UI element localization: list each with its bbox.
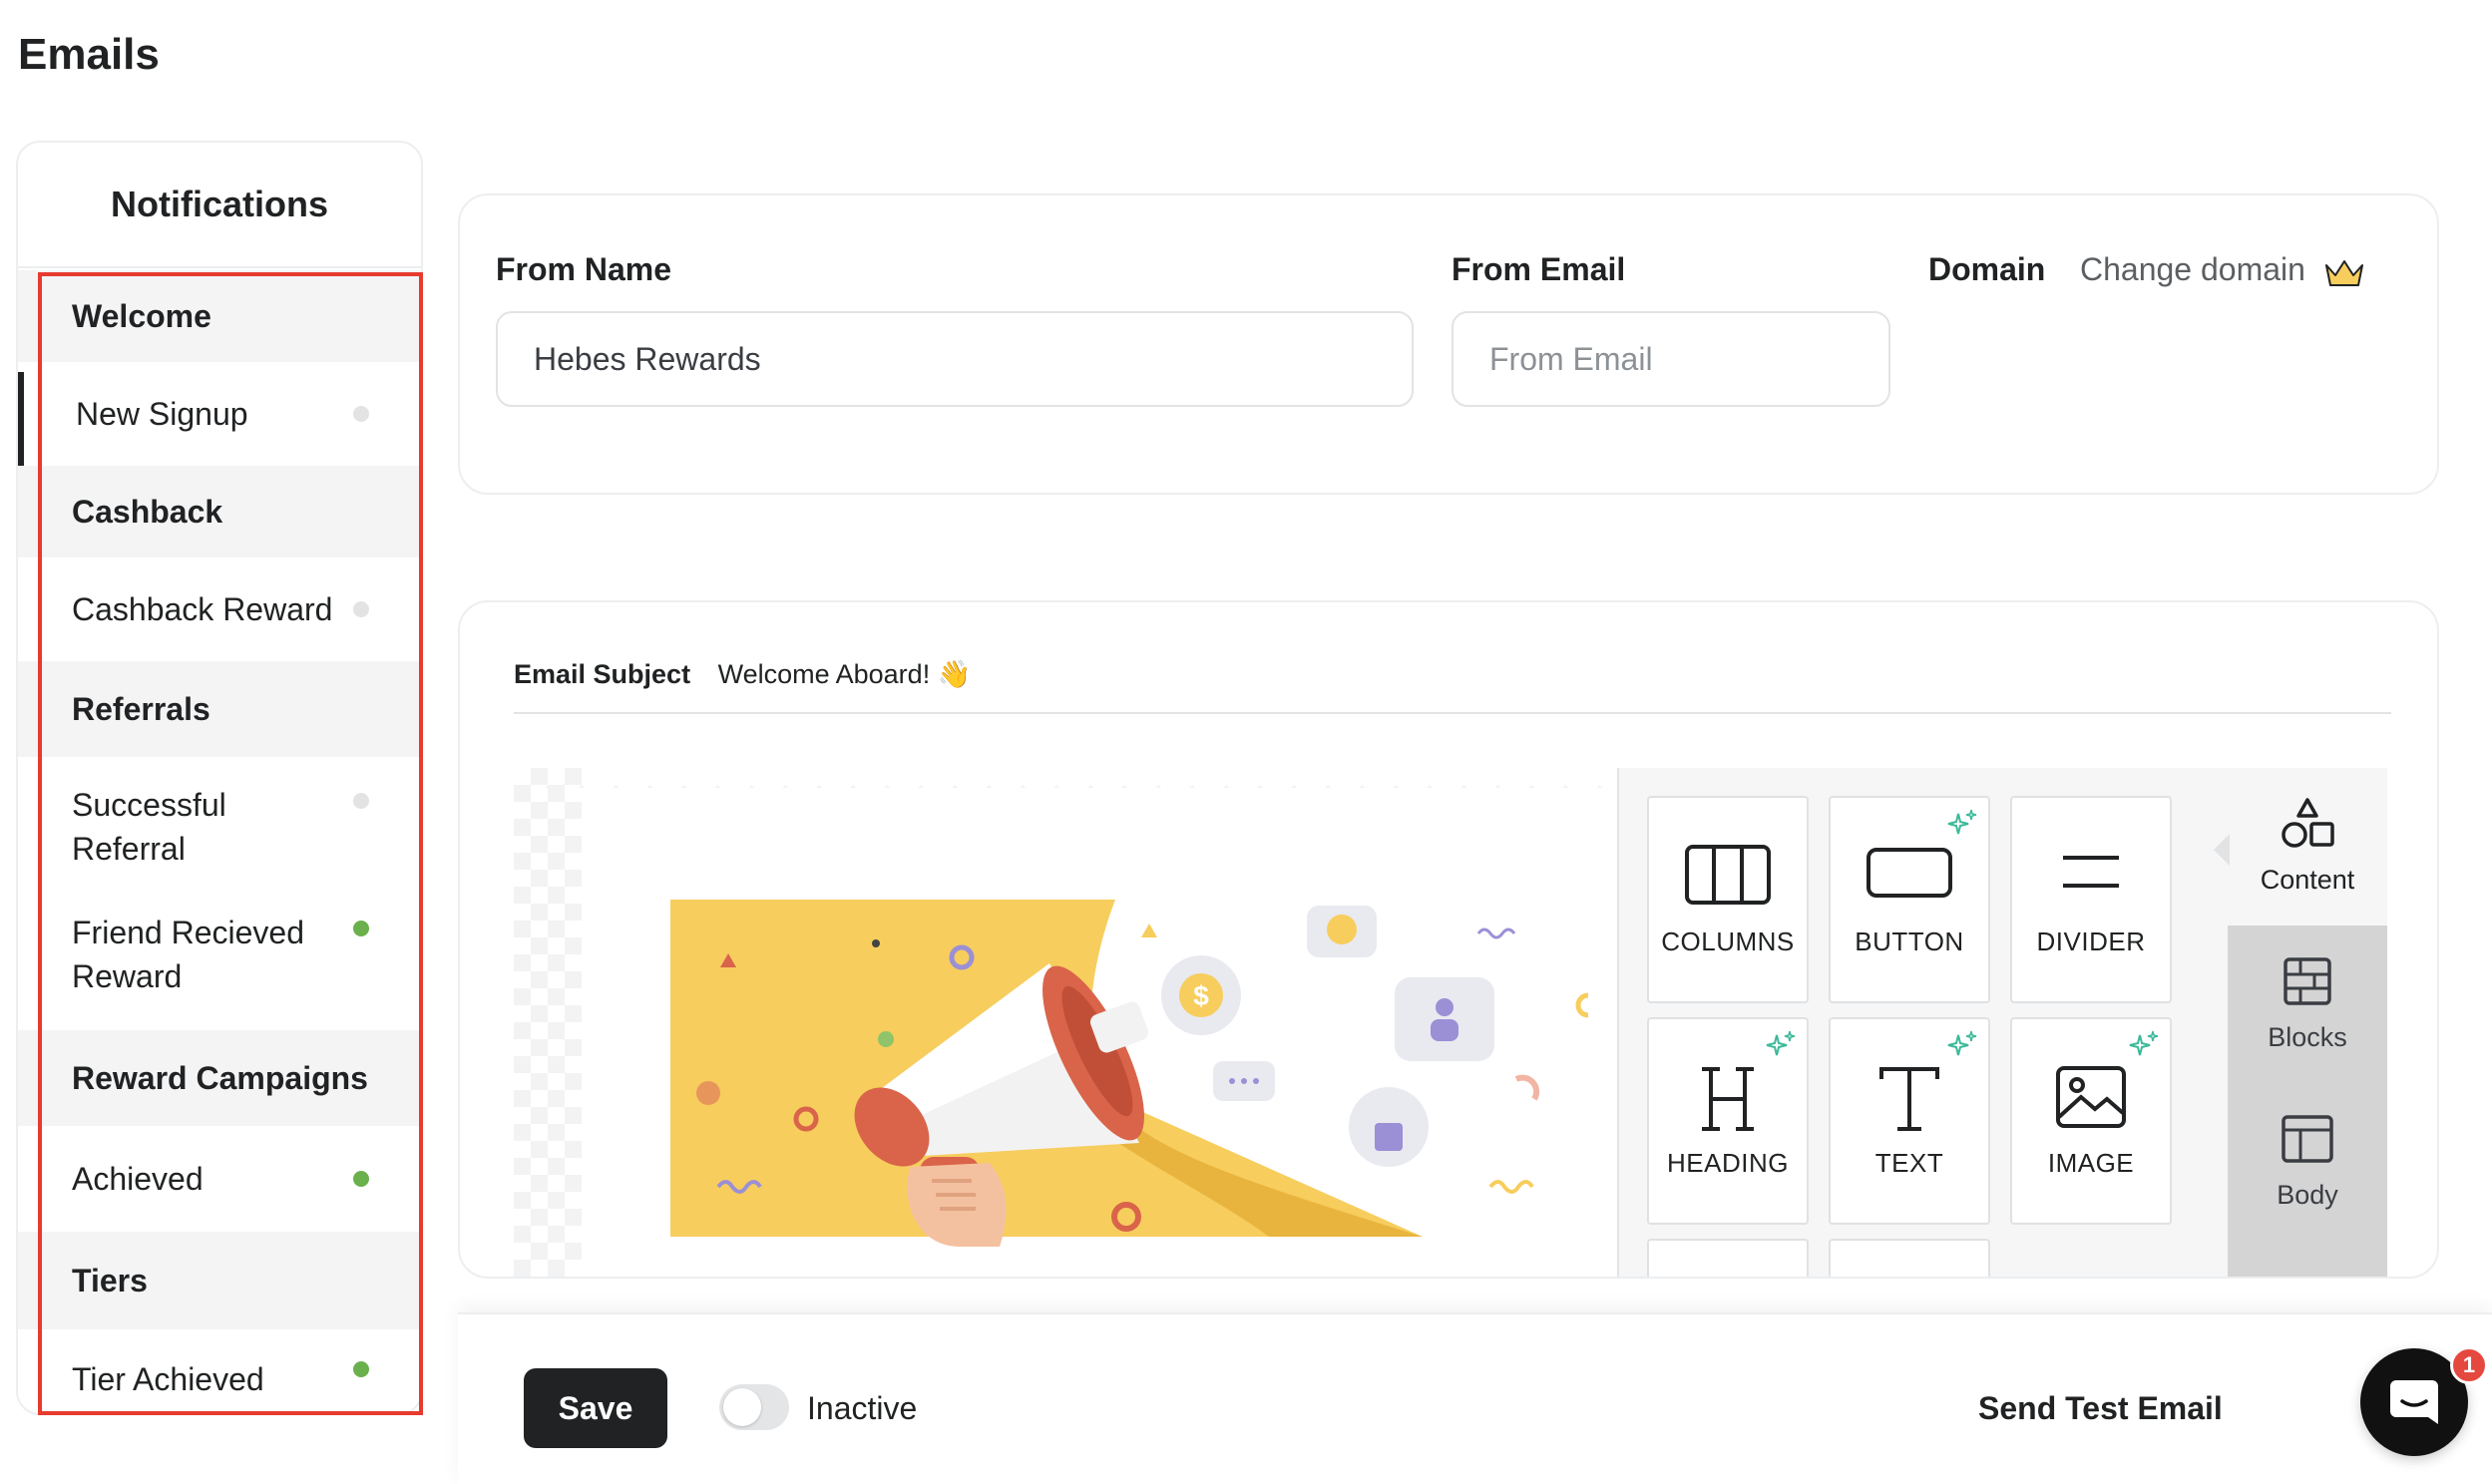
- image-icon: [2056, 1066, 2126, 1128]
- button-icon: [1867, 848, 1952, 898]
- tool-label: BUTTON: [1855, 927, 1964, 956]
- tool-columns[interactable]: COLUMNS: [1647, 796, 1809, 1003]
- tab-content[interactable]: Content: [2228, 768, 2387, 926]
- ai-sparkle-icon: [1947, 1030, 1977, 1056]
- tab-label: Content: [2260, 865, 2355, 895]
- tool-heading[interactable]: HEADING: [1647, 1017, 1809, 1225]
- shapes-icon: [2282, 798, 2334, 848]
- divider-icon: [2063, 856, 2119, 888]
- ai-sparkle-icon: [2129, 1030, 2159, 1056]
- blocks-icon: [2284, 957, 2331, 1005]
- email-editor-card: Email Subject Welcome Aboard! 👋 $ COLUMN…: [458, 600, 2439, 1279]
- editor-side-tabs: Content Blocks Body: [2228, 768, 2387, 1277]
- email-subject-row: Email Subject Welcome Aboard! 👋: [514, 658, 971, 690]
- save-button[interactable]: Save: [524, 1368, 667, 1448]
- from-email-label: From Email: [1452, 251, 1626, 287]
- bottom-action-bar: Save Inactive Send Test Email: [458, 1312, 2492, 1484]
- email-subject-label: Email Subject: [514, 659, 691, 689]
- tool-label: COLUMNS: [1661, 927, 1795, 956]
- crown-icon: [2325, 260, 2363, 286]
- divider: [514, 712, 2391, 714]
- megaphone-hero-image[interactable]: $: [670, 888, 1608, 1247]
- page-title: Emails: [18, 30, 160, 79]
- send-test-email-button[interactable]: Send Test Email: [1978, 1390, 2223, 1427]
- heading-icon: [1702, 1067, 1754, 1131]
- change-domain-link[interactable]: Change domain: [2080, 251, 2305, 288]
- selection-highlight: [38, 272, 423, 1415]
- tool-more[interactable]: [1829, 1239, 1990, 1277]
- toggle-knob: [723, 1388, 761, 1426]
- sender-settings-card: From Name Hebes Rewards From Email From …: [458, 193, 2439, 495]
- text-icon: [1879, 1067, 1939, 1131]
- sidebar-title: Notifications: [18, 143, 421, 268]
- tab-body[interactable]: Body: [2228, 1083, 2387, 1241]
- tab-label: Blocks: [2268, 1022, 2347, 1052]
- email-canvas[interactable]: $: [514, 768, 1617, 1277]
- tool-label: HEADING: [1667, 1148, 1789, 1178]
- tool-text[interactable]: TEXT: [1829, 1017, 1990, 1225]
- from-email-input[interactable]: From Email: [1452, 311, 1890, 407]
- from-name-input[interactable]: Hebes Rewards: [496, 311, 1414, 407]
- domain-label: Domain: [1928, 251, 2046, 287]
- ai-sparkle-icon: [1766, 1030, 1796, 1056]
- layout-icon: [2282, 1115, 2333, 1163]
- active-toggle[interactable]: [719, 1384, 789, 1430]
- ai-sparkle-icon: [1947, 809, 1977, 835]
- toggle-status-label: Inactive: [807, 1390, 918, 1426]
- chat-icon: [2390, 1380, 2438, 1424]
- tool-label: TEXT: [1874, 1148, 1944, 1178]
- columns-icon: [1685, 845, 1771, 905]
- tool-divider[interactable]: DIVIDER: [2010, 796, 2172, 1003]
- tool-label: DIVIDER: [2036, 927, 2146, 956]
- tab-pointer: [2214, 834, 2230, 866]
- tool-button[interactable]: BUTTON: [1829, 796, 1990, 1003]
- tool-label: IMAGE: [2047, 1148, 2135, 1178]
- email-subject-value[interactable]: Welcome Aboard! 👋: [718, 659, 972, 689]
- from-name-label: From Name: [496, 251, 672, 287]
- svg-text:$: $: [1193, 980, 1209, 1011]
- tool-image[interactable]: IMAGE: [2010, 1017, 2172, 1225]
- content-tools-panel: COLUMNS BUTTON DIVIDER HEADING TEXT IMAG…: [1617, 768, 2228, 1277]
- active-indicator: [18, 372, 24, 468]
- tool-more[interactable]: [1647, 1239, 1809, 1277]
- tab-blocks[interactable]: Blocks: [2228, 926, 2387, 1083]
- notification-badge: 1: [2450, 1346, 2488, 1384]
- tab-label: Body: [2277, 1180, 2338, 1210]
